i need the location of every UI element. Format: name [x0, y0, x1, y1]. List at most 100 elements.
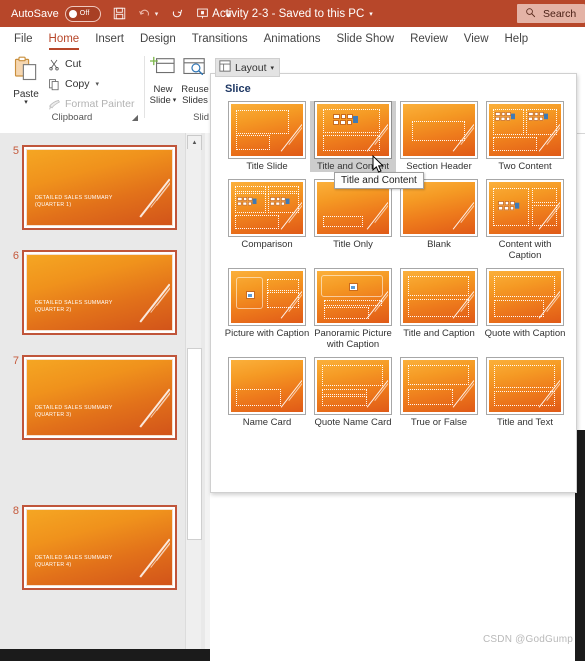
- slide-number: 7: [12, 355, 19, 367]
- slide-thumbnail-panel[interactable]: 5 DETAILED SALES SUMMARY (QUARTER 1) 6 D…: [0, 133, 200, 661]
- layout-thumbnail: [314, 268, 392, 326]
- slide-preview: DETAILED SALES SUMMARY (QUARTER 2): [26, 254, 173, 331]
- copy-dropdown-icon[interactable]: ▾: [96, 80, 100, 88]
- search-placeholder: Search: [543, 7, 577, 20]
- slide-thumbnail-item[interactable]: 5 DETAILED SALES SUMMARY (QUARTER 1): [0, 145, 190, 230]
- layout-item-title-slide[interactable]: Title Slide: [224, 101, 310, 172]
- tab-insert[interactable]: Insert: [87, 27, 132, 52]
- slide-thumbnail[interactable]: DETAILED SALES SUMMARY (QUARTER 4): [22, 505, 177, 590]
- layout-thumbnail: [486, 101, 564, 159]
- clipboard-group-label: Clipboard: [51, 112, 93, 123]
- slice-decoration: [120, 533, 170, 583]
- layout-preview: [489, 182, 561, 234]
- slide-number: 6: [12, 250, 19, 262]
- undo-dropdown-icon[interactable]: ▾: [155, 10, 159, 18]
- layout-preview: [231, 271, 303, 323]
- tab-transitions[interactable]: Transitions: [184, 27, 256, 52]
- slide-thumbnail[interactable]: DETAILED SALES SUMMARY (QUARTER 1): [22, 145, 177, 230]
- picture-placeholder-icon: [246, 290, 256, 299]
- tab-review[interactable]: Review: [402, 27, 456, 52]
- layout-item-name-card[interactable]: Name Card: [224, 357, 310, 428]
- layout-thumbnail: [228, 101, 306, 159]
- desktop-backdrop-bottom: [0, 649, 210, 661]
- slide-thumbnail-item[interactable]: 8 DETAILED SALES SUMMARY (QUARTER 4): [0, 505, 190, 590]
- new-slide-icon: [149, 56, 176, 83]
- layout-item-comparison[interactable]: Comparison: [224, 179, 310, 261]
- layout-item-section-header[interactable]: Section Header: [396, 101, 482, 172]
- layout-item-picture-with-caption[interactable]: Picture with Caption: [224, 268, 310, 350]
- layout-gallery-row: Comparison Title Only Blank Content with…: [224, 179, 566, 261]
- slide-thumbnail[interactable]: DETAILED SALES SUMMARY (QUARTER 2): [22, 250, 177, 335]
- scrollbar-thumb[interactable]: [187, 348, 202, 540]
- layout-item-label: Title and Caption: [403, 328, 475, 339]
- layout-item-title-and-caption[interactable]: Title and Caption: [396, 268, 482, 350]
- cut-button[interactable]: Cut: [46, 57, 81, 71]
- autosave-toggle-knob: [68, 9, 77, 18]
- paste-button[interactable]: Paste ▾: [8, 55, 44, 106]
- layout-item-true-or-false[interactable]: True or False: [396, 357, 482, 428]
- paste-icon: [12, 56, 40, 87]
- slide-panel-scrollbar[interactable]: ▲: [185, 133, 202, 661]
- start-slideshow-icon[interactable]: [195, 6, 210, 22]
- reuse-slides-label-1: Reuse: [181, 84, 209, 95]
- layout-button[interactable]: Layout ▾: [215, 58, 281, 77]
- clipboard-dialog-launcher-icon[interactable]: ◢: [132, 113, 138, 122]
- tab-animations[interactable]: Animations: [256, 27, 329, 52]
- layout-item-label: Picture with Caption: [224, 328, 310, 339]
- tab-view[interactable]: View: [456, 27, 497, 52]
- undo-icon[interactable]: [138, 6, 153, 22]
- document-title-dropdown-icon[interactable]: ▾: [369, 10, 373, 18]
- layout-item-title-and-text[interactable]: Title and Text: [482, 357, 568, 428]
- layout-item-quote-with-caption[interactable]: Quote with Caption: [482, 268, 568, 350]
- scroll-up-arrow-icon[interactable]: ▲: [187, 135, 202, 150]
- copy-icon: [46, 77, 62, 91]
- paste-dropdown-icon[interactable]: ▾: [8, 99, 44, 106]
- layout-item-quote-name-card[interactable]: Quote Name Card: [310, 357, 396, 428]
- layout-item-label: Name Card: [242, 417, 292, 428]
- tab-design[interactable]: Design: [132, 27, 184, 52]
- format-painter-label: Format Painter: [65, 98, 135, 110]
- slide-preview: DETAILED SALES SUMMARY (QUARTER 3): [26, 359, 173, 436]
- tab-file[interactable]: File: [6, 27, 41, 52]
- layout-item-panoramic-picture-with-caption[interactable]: Panoramic Picture with Caption: [310, 268, 396, 350]
- slide-thumbnail[interactable]: DETAILED SALES SUMMARY (QUARTER 3): [22, 355, 177, 440]
- layout-thumbnail: [400, 101, 478, 159]
- layout-item-content-with-caption[interactable]: Content with Caption: [482, 179, 568, 261]
- slide-thumbnail-item[interactable]: 6 DETAILED SALES SUMMARY (QUARTER 2): [0, 250, 190, 335]
- redo-icon[interactable]: [169, 6, 184, 22]
- layout-item-label: Title Only: [333, 239, 373, 250]
- copy-button[interactable]: Copy ▾: [46, 77, 99, 91]
- layout-preview: [231, 182, 303, 234]
- layout-item-blank[interactable]: Blank: [396, 179, 482, 261]
- layout-item-label: Comparison: [241, 239, 293, 250]
- layout-gallery-dropdown[interactable]: Slice Title Slide Title and Content Sect…: [210, 73, 577, 493]
- new-slide-label-1: New: [153, 84, 173, 95]
- layout-item-label: True or False: [410, 417, 468, 428]
- layout-item-label: Title and Text: [497, 417, 553, 428]
- new-slide-dropdown-icon[interactable]: ▾: [173, 96, 177, 106]
- slice-decoration: [120, 278, 170, 328]
- tab-help[interactable]: Help: [497, 27, 537, 52]
- autosave-toggle[interactable]: Off: [64, 5, 101, 22]
- reuse-slides-label-2: Slides: [182, 95, 208, 106]
- powerpoint-window: AutoSave Off ▾ Activity 2-3 - Saved to t…: [0, 0, 585, 661]
- autosave-state-label: Off: [79, 10, 90, 17]
- layout-item-label: Two Content: [498, 161, 552, 172]
- slides-group-label: Slid: [193, 112, 209, 123]
- tab-slide-show[interactable]: Slide Show: [329, 27, 403, 52]
- layout-dropdown-icon[interactable]: ▾: [271, 64, 275, 72]
- tab-home[interactable]: Home: [41, 27, 88, 52]
- layout-item-two-content[interactable]: Two Content: [482, 101, 568, 172]
- slide-thumbnail-item[interactable]: 7 DETAILED SALES SUMMARY (QUARTER 3): [0, 355, 190, 440]
- layout-item-title-only[interactable]: Title Only: [310, 179, 396, 261]
- search-box[interactable]: Search: [517, 4, 585, 23]
- format-painter-button[interactable]: Format Painter: [46, 97, 134, 111]
- content-placeholder-icon: [237, 196, 257, 206]
- new-slide-label-2: Slide: [149, 95, 171, 106]
- copy-label: Copy: [65, 78, 90, 90]
- save-icon[interactable]: [112, 6, 127, 22]
- layout-preview: [403, 271, 475, 323]
- new-slide-button[interactable]: New Slide ▾: [147, 55, 179, 106]
- reuse-slides-button[interactable]: Reuse Slides: [179, 55, 211, 106]
- search-icon: [525, 7, 536, 21]
